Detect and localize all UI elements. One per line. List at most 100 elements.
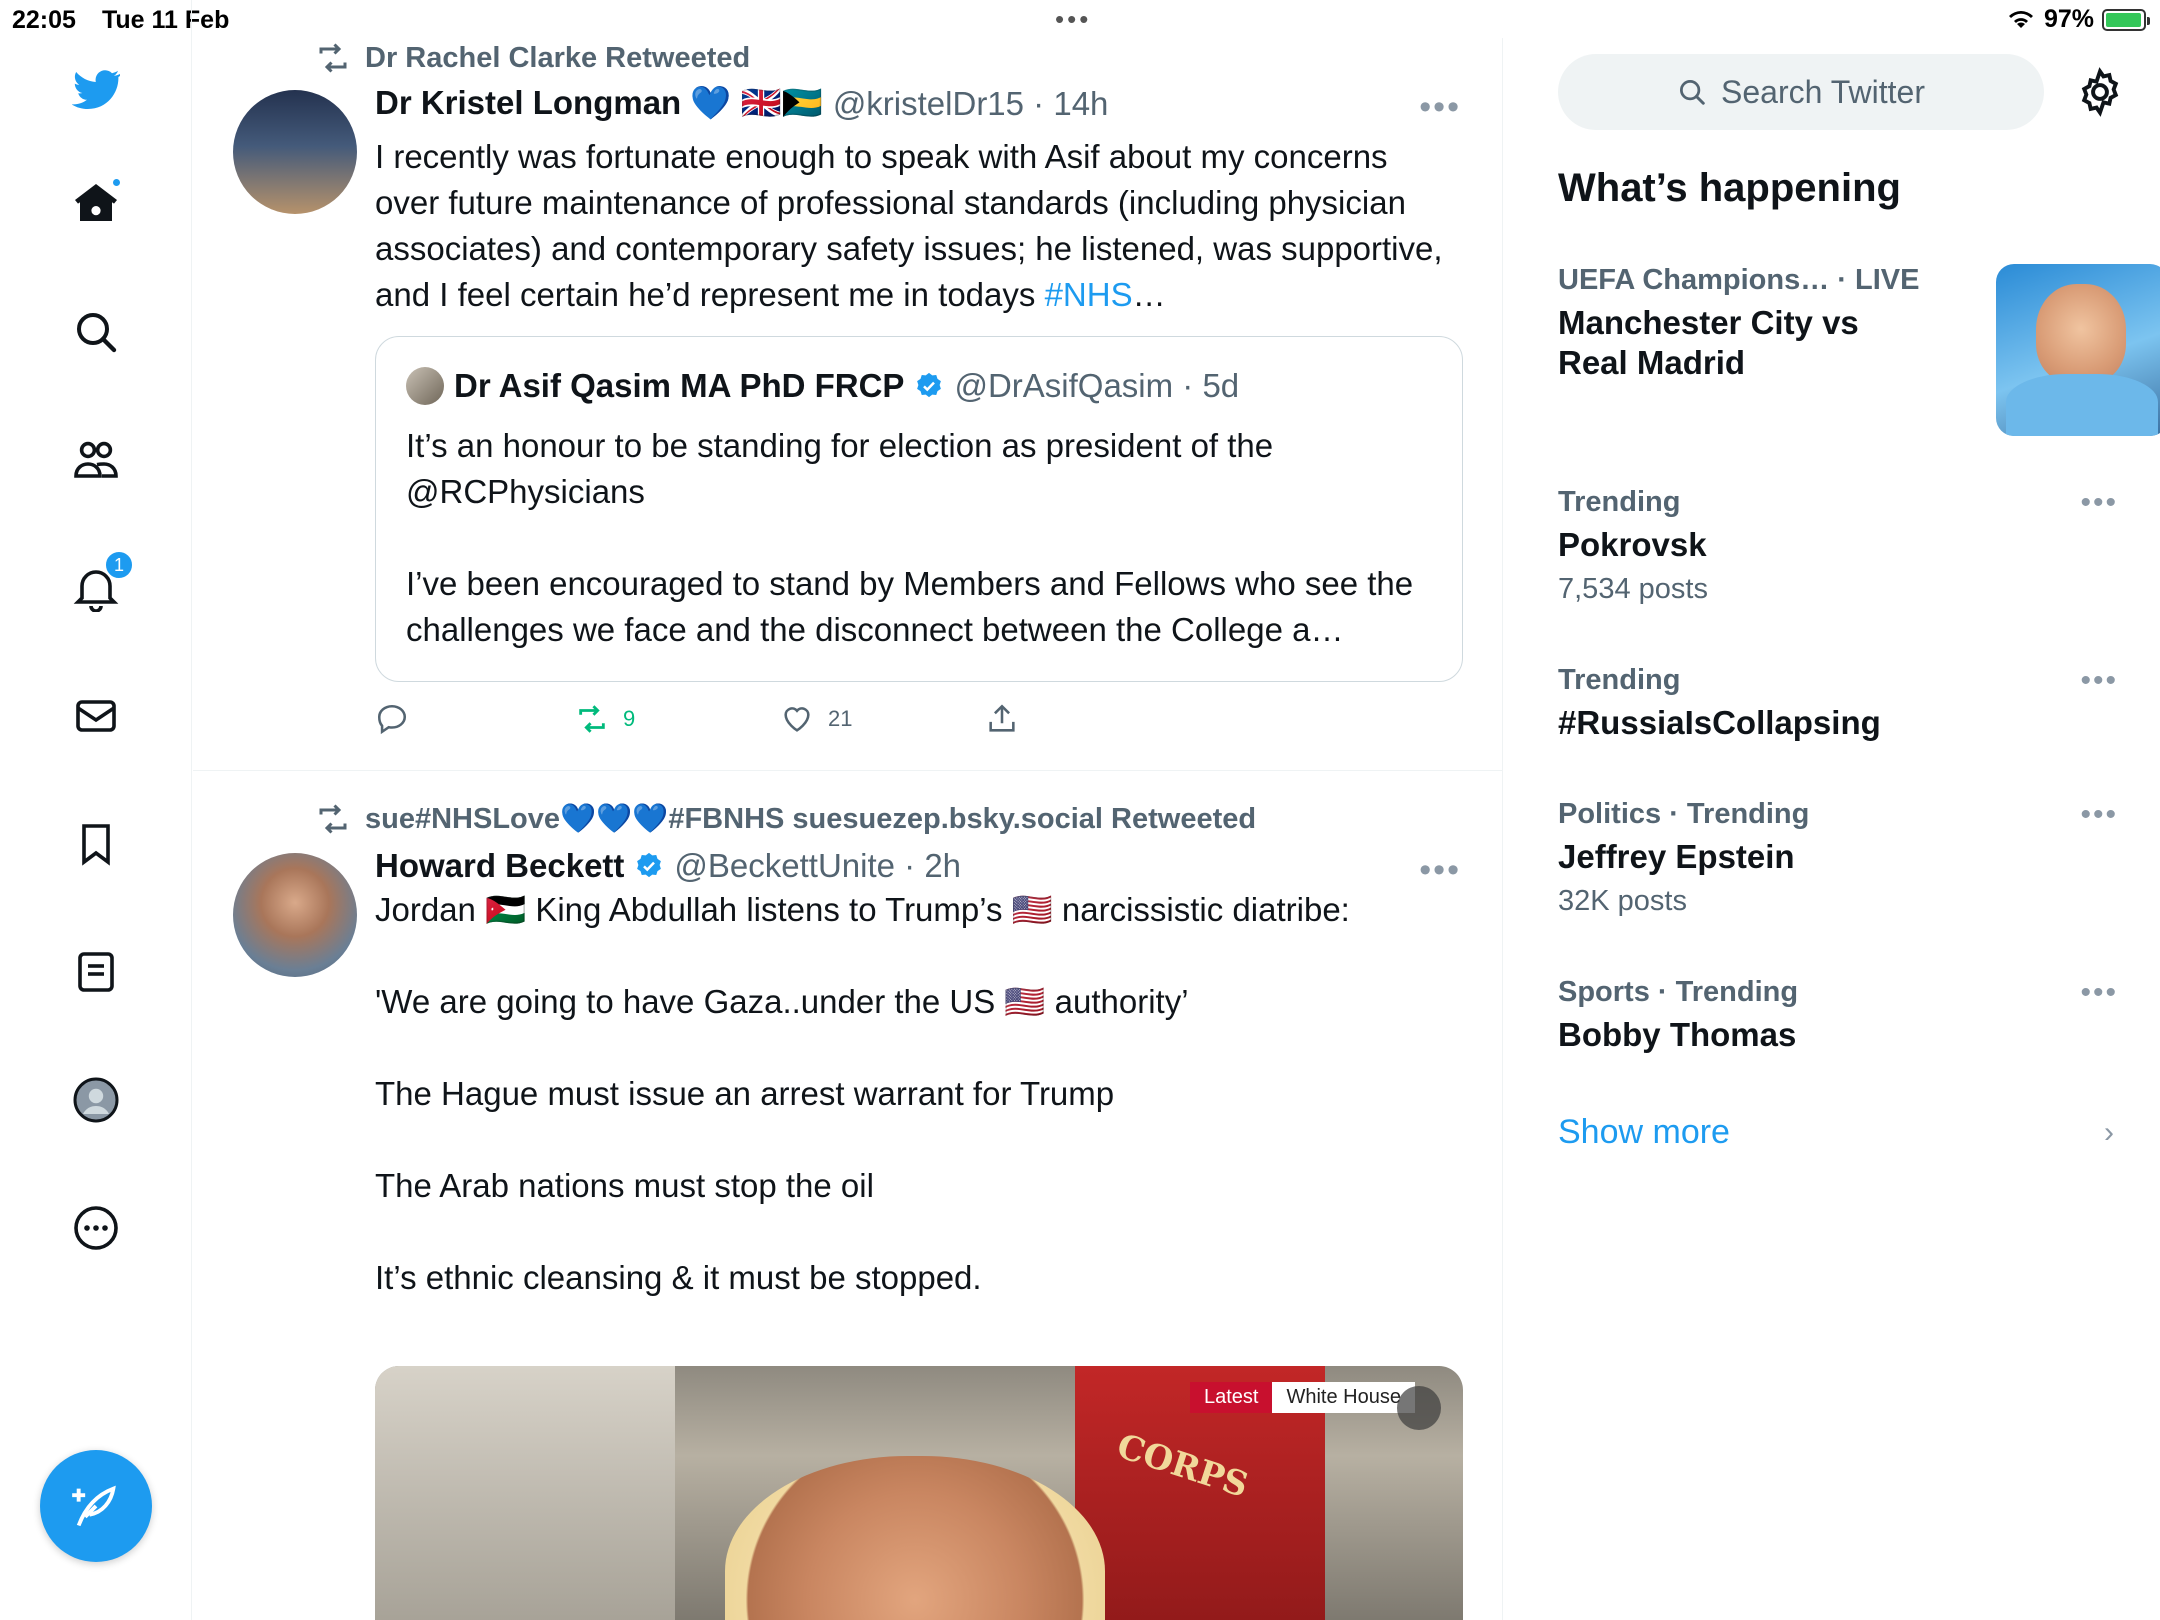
trend-more-icon[interactable]: ••• [2080, 976, 2118, 1010]
trend-more-icon[interactable]: ••• [2080, 486, 2118, 520]
trend-title: Bobby Thomas [1558, 1016, 1797, 1053]
tweet-actions: 9 21 [375, 702, 1019, 736]
multitasking-dots-icon[interactable]: ••• [1055, 4, 1091, 35]
author-handle[interactable]: @kristelDr15 · 14h [833, 85, 1109, 123]
retweet-count: 9 [623, 706, 636, 731]
author-avatar[interactable] [233, 853, 357, 977]
tweet-body: Jordan 🇯🇴 King Abdullah listens to Trump… [375, 891, 1350, 1296]
notifications-badge: 1 [104, 550, 134, 580]
like-count: 21 [828, 706, 853, 731]
quote-body: It’s an honour to be standing for electi… [406, 427, 1414, 648]
status-right: 97% [2006, 5, 2150, 34]
author-avatar[interactable] [233, 90, 357, 214]
twitter-logo-icon[interactable] [66, 58, 126, 118]
trend-meta: Sports · Trending [1558, 976, 1799, 1008]
trend-count: 7,534 posts [1558, 573, 1708, 605]
tweet-text: I recently was fortunate enough to speak… [375, 138, 1452, 313]
retweeted-by-text: Dr Rachel Clarke Retweeted [365, 41, 751, 74]
hashtag-link[interactable]: #NHS [1045, 276, 1133, 313]
quote-author-handle: @DrAsifQasim · 5d [954, 367, 1240, 404]
reply-button[interactable] [375, 702, 575, 736]
author-handle[interactable]: @BeckettUnite · 2h [674, 847, 961, 885]
bookmarks-icon[interactable] [66, 814, 126, 874]
retweeted-by-text: sue#NHSLove💙💙💙#FBNHS suesuezep.bsky.soci… [365, 803, 1257, 835]
media-flag-text: CORPS [1112, 1426, 1253, 1506]
battery-icon [2102, 8, 2150, 31]
tweet-more-icon[interactable]: ••• [1419, 851, 1461, 890]
whats-happening-heading: What’s happening [1558, 166, 1901, 210]
compose-feather-icon [72, 1485, 116, 1527]
trend-thumbnail[interactable] [1996, 264, 2160, 436]
trend-item[interactable]: Trending #RussiaIsCollapsing ••• [1558, 664, 2118, 743]
status-bar: 22:05 Tue 11 Feb ••• 97% [0, 0, 2160, 38]
search-placeholder: Search Twitter [1721, 73, 1925, 110]
tweet-2[interactable]: sue#NHSLove💙💙💙#FBNHS suesuezep.bsky.soci… [193, 771, 1502, 1620]
tweet-1[interactable]: Dr Rachel Clarke Retweeted Dr Kristel Lo… [193, 38, 1502, 770]
trend-title: #RussiaIsCollapsing [1558, 704, 1881, 741]
trend-item[interactable]: UEFA Champions… · LIVE Manchester City v… [1558, 264, 2160, 444]
retweet-context: Dr Rachel Clarke Retweeted [315, 40, 750, 76]
home-icon[interactable] [66, 173, 126, 233]
verified-badge-icon [917, 372, 942, 398]
trend-more-icon[interactable]: ••• [2080, 664, 2118, 698]
retweet-icon [319, 43, 347, 73]
explore-search-icon[interactable] [66, 302, 126, 362]
trend-meta: Trending [1558, 486, 1681, 518]
show-more-link[interactable]: Show more [1558, 1113, 1730, 1152]
tweet-header: Howard Beckett @BeckettUnite · 2h [375, 847, 961, 885]
search-input[interactable]: Search Twitter [1558, 54, 2044, 130]
tweet-more-icon[interactable]: ••• [1419, 88, 1461, 127]
thumbnail-person-shirt [2006, 374, 2158, 436]
media-tag-latest: Latest [1190, 1382, 1273, 1413]
thumbnail-person-face [2036, 284, 2126, 384]
trend-more-icon[interactable]: ••• [2080, 798, 2118, 832]
chevron-right-icon[interactable]: › [2104, 1116, 2114, 1150]
trend-item[interactable]: Trending Pokrovsk 7,534 posts ••• [1558, 486, 2118, 606]
compose-tweet-button[interactable] [40, 1450, 152, 1562]
tweet-media-video[interactable]: CORPS Latest White House [375, 1366, 1463, 1620]
retweet-icon [319, 804, 347, 834]
quote-author-avatar [406, 367, 444, 405]
media-news-tags: Latest White House [1190, 1382, 1415, 1413]
quoted-tweet[interactable]: Dr Asif Qasim MA PhD FRCP @DrAsifQasim ·… [375, 336, 1463, 682]
battery-percent: 97% [2043, 5, 2094, 33]
tweet-header: Dr Kristel Longman 💙 🇬🇧🇧🇸 @kristelDr15 ·… [375, 84, 1108, 123]
retweet-button[interactable]: 9 [575, 702, 780, 736]
media-tag-location: White House [1272, 1382, 1415, 1413]
retweet-context: sue#NHSLove💙💙💙#FBNHS suesuezep.bsky.soci… [315, 801, 1256, 837]
trend-count: 32K posts [1558, 885, 1687, 917]
profile-avatar-icon[interactable] [66, 1070, 126, 1130]
share-button[interactable] [985, 702, 1019, 736]
quote-author-name: Dr Asif Qasim MA PhD FRCP [454, 367, 905, 404]
quote-header: Dr Asif Qasim MA PhD FRCP @DrAsifQasim ·… [406, 367, 1239, 405]
notifications-bell-icon[interactable]: 1 [66, 550, 134, 618]
more-options-icon[interactable] [66, 1198, 126, 1258]
messages-envelope-icon[interactable] [66, 686, 126, 746]
tweet-body: I recently was fortunate enough to speak… [375, 134, 1455, 318]
timeline: Dr Rachel Clarke Retweeted Dr Kristel Lo… [193, 38, 1503, 1620]
settings-gear-icon[interactable] [2074, 66, 2126, 118]
captions-toggle-icon[interactable] [1397, 1386, 1441, 1430]
tweet-text-ellipsis: … [1132, 276, 1166, 313]
share-icon [989, 704, 1015, 732]
trend-meta: Politics · Trending [1558, 798, 1810, 830]
verified-badge-icon [637, 852, 662, 878]
author-name[interactable]: Dr Kristel Longman 💙 🇬🇧🇧🇸 [375, 84, 823, 123]
trend-title: Manchester City vs Real Madrid [1558, 304, 1859, 381]
heart-icon [784, 707, 810, 732]
media-background-wall [375, 1366, 675, 1620]
trend-item[interactable]: Politics · Trending Jeffrey Epstein 32K … [1558, 798, 2118, 918]
reply-icon [377, 704, 407, 735]
side-navigation: 1 [0, 0, 192, 1620]
trend-title: Pokrovsk [1558, 526, 1707, 563]
lists-icon[interactable] [66, 942, 126, 1002]
retweet-icon [579, 705, 605, 733]
right-sidebar: Search Twitter What’s happening UEFA Cha… [1504, 38, 2160, 1620]
trend-title: Jeffrey Epstein [1558, 838, 1795, 875]
like-button[interactable]: 21 [780, 702, 985, 736]
author-name[interactable]: Howard Beckett [375, 847, 624, 885]
trend-meta: Trending [1558, 664, 1681, 696]
search-icon [1680, 80, 1705, 105]
trend-item[interactable]: Sports · Trending Bobby Thomas ••• [1558, 976, 2118, 1055]
communities-icon[interactable] [66, 430, 126, 490]
